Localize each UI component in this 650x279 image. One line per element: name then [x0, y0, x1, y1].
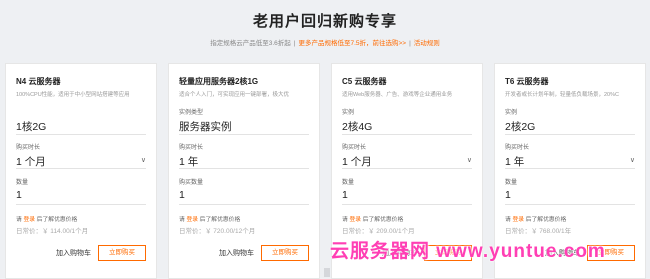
divider — [179, 204, 309, 205]
login-link[interactable]: 登录 — [23, 217, 35, 223]
buy-now-button[interactable]: 立即购买 — [98, 245, 146, 261]
divider — [342, 168, 472, 169]
duration-label: 购买时长 — [16, 145, 41, 151]
duration-label: 购买时长 — [179, 145, 204, 151]
quantity-label: 数量 — [16, 180, 29, 186]
more-products-link[interactable]: 更多产品规格低至7.5折，前往选购>> — [298, 40, 406, 47]
product-name: T6 云服务器 — [505, 77, 549, 86]
divider — [505, 134, 635, 135]
product-description: 适合个人入门，可实现应用一键部署，极大优 — [179, 92, 290, 98]
login-link[interactable]: 登录 — [186, 217, 198, 223]
scroll-handle[interactable] — [324, 268, 330, 277]
login-link[interactable]: 登录 — [349, 217, 361, 223]
daily-price: 日常价：￥ 720.00/12个月 — [179, 228, 256, 235]
daily-price: 日常价：￥ 768.00/1年 — [505, 228, 572, 235]
login-suffix: 后了解优惠价格 — [36, 217, 78, 223]
login-prefix: 请 — [179, 217, 185, 223]
divider — [179, 134, 309, 135]
instance-type-label: 实例类型 — [179, 110, 204, 116]
chevron-down-icon[interactable]: ∨ — [630, 156, 635, 164]
divider — [342, 204, 472, 205]
quantity-label: 购买数量 — [179, 180, 204, 186]
daily-price: 日常价：￥ 114.00/1个月 — [16, 228, 89, 235]
instance-label: 实例 — [505, 110, 518, 116]
divider — [179, 168, 309, 169]
duration-select[interactable]: 1 年 — [179, 154, 198, 169]
login-suffix: 后了解优惠价格 — [525, 217, 567, 223]
divider — [505, 168, 635, 169]
duration-select[interactable]: 1 个月 — [16, 154, 46, 169]
duration-select[interactable]: 1 年 — [505, 154, 524, 169]
duration-label: 购买时长 — [505, 145, 530, 151]
duration-label: 购买时长 — [342, 145, 367, 151]
divider — [505, 204, 635, 205]
spec-value[interactable]: 1核2G — [16, 119, 46, 134]
product-name: 轻量应用服务器2核1G — [179, 77, 259, 86]
divider — [342, 134, 472, 135]
login-prefix: 请 — [342, 217, 348, 223]
daily-price: 日常价：￥ 209.00/1个月 — [342, 228, 415, 235]
product-card-n4: N4 云服务器 100%CPU性能，适用于中小型网站搭建等应用 1核2G 购买时… — [5, 63, 157, 279]
product-name: C5 云服务器 — [342, 77, 387, 86]
instance-value[interactable]: 2核4G — [342, 119, 372, 134]
product-description: 开发者或长计划年制，轻量低负载场景，20%C — [505, 92, 619, 98]
add-to-cart-button[interactable]: 加入购物车 — [219, 248, 254, 258]
chevron-down-icon[interactable]: ∨ — [141, 156, 146, 164]
login-link[interactable]: 登录 — [512, 217, 524, 223]
divider — [16, 134, 146, 135]
quantity-label: 数量 — [505, 180, 518, 186]
buy-now-button[interactable]: 立即购买 — [261, 245, 309, 261]
banner-subtitle: 指定规格云产品低至3.6折起 | 更多产品规格低至7.5折，前往选购>> | 活动规则 — [210, 40, 440, 47]
login-suffix: 后了解优惠价格 — [362, 217, 404, 223]
login-hint: 请 登录 后了解优惠价格 — [179, 214, 240, 223]
login-hint: 请 登录 后了解优惠价格 — [505, 214, 566, 223]
instance-value[interactable]: 2核2G — [505, 119, 535, 134]
instance-label: 实例 — [342, 110, 355, 116]
product-description: 适用Web服务器、广告、游戏等企业通用业务 — [342, 92, 453, 98]
quantity-field[interactable]: 1 — [505, 189, 511, 201]
quantity-field[interactable]: 1 — [342, 189, 348, 201]
divider — [16, 168, 146, 169]
divider — [16, 204, 146, 205]
add-to-cart-button[interactable]: 加入购物车 — [56, 248, 91, 258]
login-suffix: 后了解优惠价格 — [199, 217, 241, 223]
product-name: N4 云服务器 — [16, 77, 61, 86]
quantity-field[interactable]: 1 — [179, 189, 185, 201]
product-card-lightweight: 轻量应用服务器2核1G 适合个人入门，可实现应用一键部署，极大优 实例类型 服务… — [168, 63, 320, 279]
banner-subtitle-text: 指定规格云产品低至3.6折起 — [210, 40, 291, 47]
quantity-label: 数量 — [342, 180, 355, 186]
login-prefix: 请 — [505, 217, 511, 223]
page-title: 老用户回归新购专享 — [252, 13, 397, 30]
chevron-down-icon[interactable]: ∨ — [467, 156, 472, 164]
login-prefix: 请 — [16, 217, 22, 223]
instance-type-value[interactable]: 服务器实例 — [179, 119, 232, 134]
product-description: 100%CPU性能，适用于中小型网站搭建等应用 — [16, 92, 130, 98]
activity-rules-link[interactable]: 活动规则 — [414, 40, 440, 47]
watermark-text: 云服务器网 www.yuntue.com — [330, 241, 606, 262]
promo-banner: 老用户回归新购专享 指定规格云产品低至3.6折起 | 更多产品规格低至7.5折，前往… — [0, 0, 650, 60]
duration-select[interactable]: 1 个月 — [342, 154, 372, 169]
login-hint: 请 登录 后了解优惠价格 — [16, 214, 77, 223]
quantity-field[interactable]: 1 — [16, 189, 22, 201]
login-hint: 请 登录 后了解优惠价格 — [342, 214, 403, 223]
